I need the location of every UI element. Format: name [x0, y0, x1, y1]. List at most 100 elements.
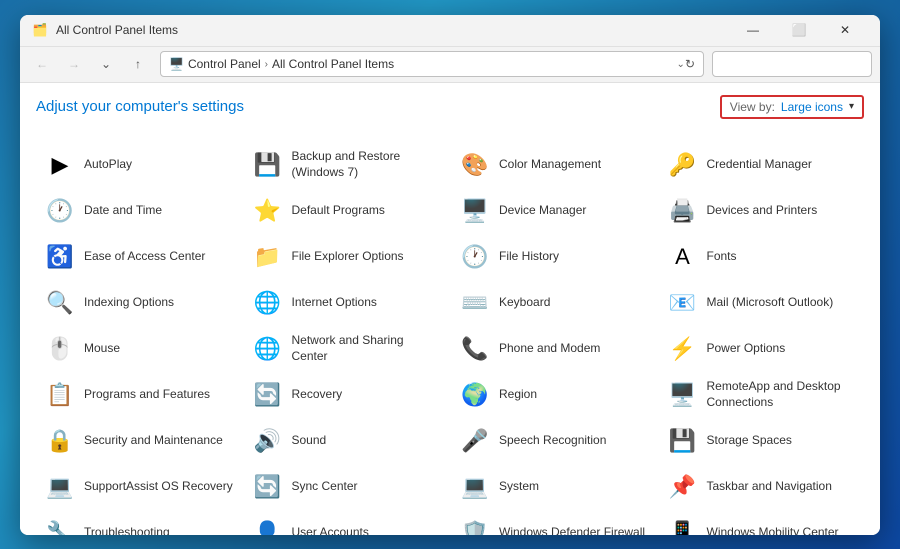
item-icon: 🕐: [44, 195, 76, 227]
item-label: Storage Spaces: [707, 433, 792, 449]
item-icon: 📱: [667, 517, 699, 535]
item-icon: 💾: [667, 425, 699, 457]
item-icon: 🎨: [459, 149, 491, 181]
list-item[interactable]: 📞 Phone and Modem: [451, 327, 657, 371]
item-label: Fonts: [707, 249, 737, 265]
list-item[interactable]: ⚡ Power Options: [659, 327, 865, 371]
list-item[interactable]: 🔊 Sound: [244, 419, 450, 463]
item-icon: 📧: [667, 287, 699, 319]
list-item[interactable]: ⭐ Default Programs: [244, 189, 450, 233]
item-icon: 🎤: [459, 425, 491, 457]
item-icon: 📁: [252, 241, 284, 273]
item-icon: 🔑: [667, 149, 699, 181]
list-item[interactable]: 🔄 Recovery: [244, 373, 450, 417]
item-label: Power Options: [707, 341, 786, 357]
recent-locations-button[interactable]: ⌄: [92, 50, 120, 78]
view-by-value: Large icons: [781, 100, 843, 114]
list-item[interactable]: 🕐 File History: [451, 235, 657, 279]
item-label: Backup and Restore (Windows 7): [292, 149, 442, 180]
item-icon: ▶: [44, 149, 76, 181]
page-title: Adjust your computer's settings: [36, 98, 244, 115]
list-item[interactable]: 👤 User Accounts: [244, 511, 450, 535]
list-item[interactable]: 📋 Programs and Features: [36, 373, 242, 417]
nav-bar: ← → ⌄ ↑ 🖥️ Control Panel › All Control P…: [20, 47, 880, 83]
forward-button[interactable]: →: [60, 50, 88, 78]
list-item[interactable]: 🔒 Security and Maintenance: [36, 419, 242, 463]
content-area: Adjust your computer's settings View by:…: [20, 83, 880, 535]
list-item[interactable]: ♿ Ease of Access Center: [36, 235, 242, 279]
item-icon: 📌: [667, 471, 699, 503]
item-label: Credential Manager: [707, 157, 812, 173]
window-icon: 🗂️: [32, 22, 48, 38]
up-button[interactable]: ↑: [124, 50, 152, 78]
address-bar[interactable]: 🖥️ Control Panel › All Control Panel Ite…: [160, 51, 704, 77]
list-item[interactable]: 💻 System: [451, 465, 657, 509]
list-item[interactable]: 🖱️ Mouse: [36, 327, 242, 371]
item-label: File Explorer Options: [292, 249, 404, 265]
list-item[interactable]: ⌨️ Keyboard: [451, 281, 657, 325]
item-label: Indexing Options: [84, 295, 174, 311]
list-item[interactable]: 📱 Windows Mobility Center: [659, 511, 865, 535]
item-label: Date and Time: [84, 203, 162, 219]
list-item[interactable]: 📁 File Explorer Options: [244, 235, 450, 279]
item-label: Ease of Access Center: [84, 249, 205, 265]
restore-button[interactable]: ⬜: [776, 15, 822, 47]
item-icon: ⭐: [252, 195, 284, 227]
item-label: Security and Maintenance: [84, 433, 223, 449]
breadcrumb-separator: ›: [265, 59, 268, 70]
refresh-button[interactable]: ↻: [685, 57, 695, 71]
item-icon: 👤: [252, 517, 284, 535]
list-item[interactable]: 🌐 Internet Options: [244, 281, 450, 325]
list-item[interactable]: 🖨️ Devices and Printers: [659, 189, 865, 233]
minimize-button[interactable]: —: [730, 15, 776, 47]
search-bar[interactable]: 🔍: [712, 51, 872, 77]
list-item[interactable]: 🛡️ Windows Defender Firewall: [451, 511, 657, 535]
breadcrumb: 🖥️ Control Panel › All Control Panel Ite…: [169, 57, 677, 71]
item-label: Keyboard: [499, 295, 550, 311]
item-label: Mail (Microsoft Outlook): [707, 295, 834, 311]
list-item[interactable]: 🌍 Region: [451, 373, 657, 417]
item-icon: 💻: [459, 471, 491, 503]
list-item[interactable]: 📌 Taskbar and Navigation: [659, 465, 865, 509]
item-icon: 🔧: [44, 517, 76, 535]
item-label: Network and Sharing Center: [292, 333, 442, 364]
item-label: Windows Defender Firewall: [499, 525, 645, 535]
item-label: Devices and Printers: [707, 203, 818, 219]
view-by-control[interactable]: View by: Large icons ▾: [720, 95, 864, 119]
item-icon: 🖥️: [667, 379, 699, 411]
list-item[interactable]: 🎤 Speech Recognition: [451, 419, 657, 463]
item-icon: 🖥️: [459, 195, 491, 227]
dropdown-arrow[interactable]: ⌄: [677, 59, 685, 70]
items-grid: ▶ AutoPlay 💾 Backup and Restore (Windows…: [36, 143, 864, 535]
close-button[interactable]: ✕: [822, 15, 868, 47]
list-item[interactable]: ▶ AutoPlay: [36, 143, 242, 187]
item-label: Programs and Features: [84, 387, 210, 403]
list-item[interactable]: 📧 Mail (Microsoft Outlook): [659, 281, 865, 325]
item-icon: A: [667, 241, 699, 273]
list-item[interactable]: 💾 Storage Spaces: [659, 419, 865, 463]
search-input[interactable]: [721, 57, 876, 71]
breadcrumb-control-panel: Control Panel: [188, 57, 261, 71]
list-item[interactable]: 🕐 Date and Time: [36, 189, 242, 233]
item-icon: 🖨️: [667, 195, 699, 227]
list-item[interactable]: 🖥️ RemoteApp and Desktop Connections: [659, 373, 865, 417]
item-label: Troubleshooting: [84, 525, 170, 535]
item-icon: 🖱️: [44, 333, 76, 365]
list-item[interactable]: A Fonts: [659, 235, 865, 279]
list-item[interactable]: 🔑 Credential Manager: [659, 143, 865, 187]
view-by-arrow: ▾: [849, 101, 854, 112]
list-item[interactable]: 🖥️ Device Manager: [451, 189, 657, 233]
item-icon: 🔄: [252, 471, 284, 503]
list-item[interactable]: 🔧 Troubleshooting: [36, 511, 242, 535]
list-item[interactable]: 🌐 Network and Sharing Center: [244, 327, 450, 371]
back-button[interactable]: ←: [28, 50, 56, 78]
list-item[interactable]: 💻 SupportAssist OS Recovery: [36, 465, 242, 509]
list-item[interactable]: 🎨 Color Management: [451, 143, 657, 187]
list-item[interactable]: 🔍 Indexing Options: [36, 281, 242, 325]
main-window: 🗂️ All Control Panel Items — ⬜ ✕ ← → ⌄ ↑…: [20, 15, 880, 535]
item-icon: 🔊: [252, 425, 284, 457]
item-icon: 🌐: [252, 333, 284, 365]
list-item[interactable]: 🔄 Sync Center: [244, 465, 450, 509]
breadcrumb-current: All Control Panel Items: [272, 57, 394, 71]
list-item[interactable]: 💾 Backup and Restore (Windows 7): [244, 143, 450, 187]
